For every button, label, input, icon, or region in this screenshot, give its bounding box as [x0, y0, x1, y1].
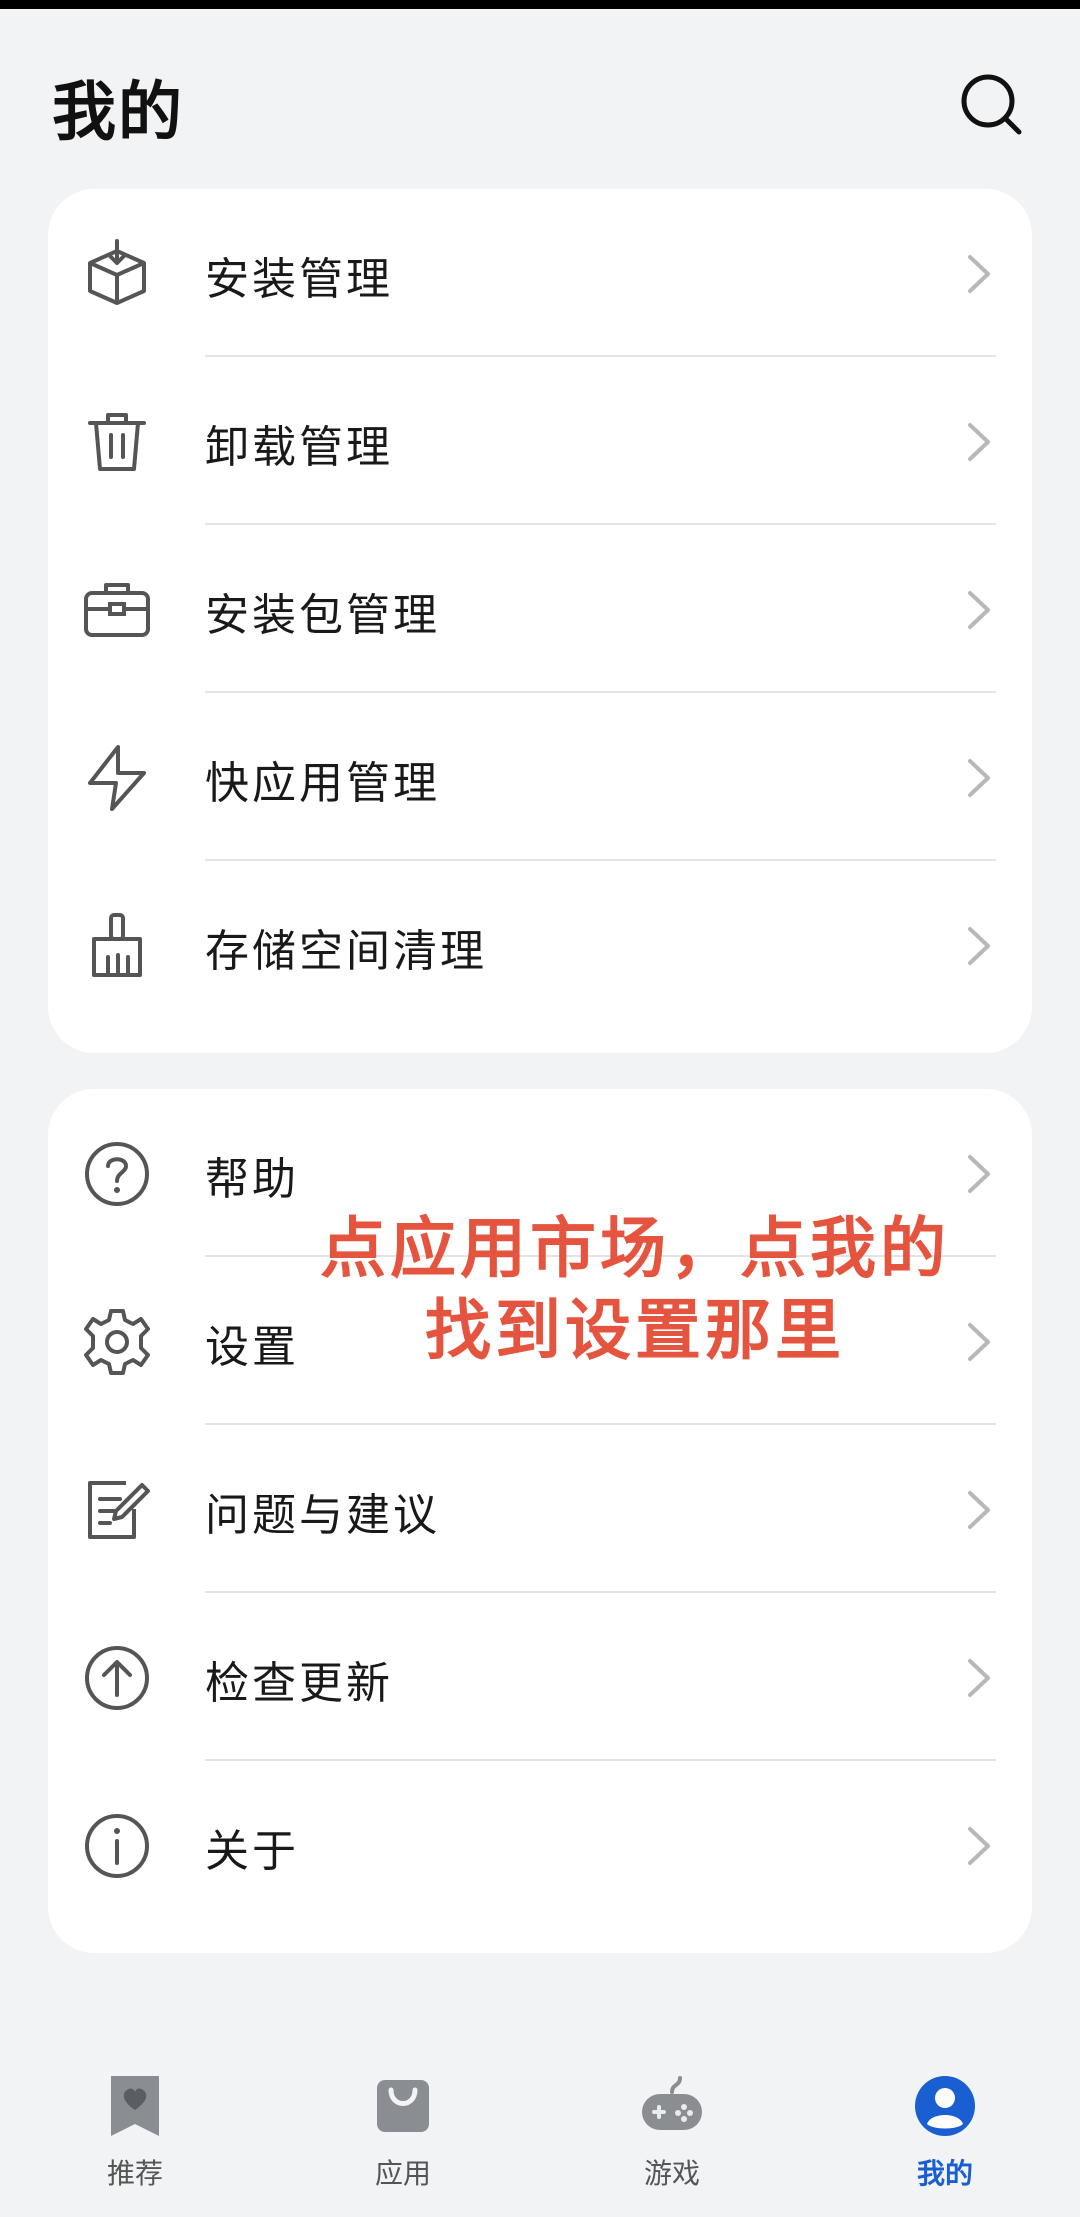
menu-item-label: 设置 [205, 1322, 299, 1373]
tab-label: 我的 [916, 2157, 973, 2190]
gamepad-icon [642, 2076, 702, 2130]
chevron-right-icon [968, 1659, 990, 1697]
bottom-tab-bar: 推荐 应用 游戏 我的 [0, 2050, 1080, 2217]
menu-item-storage-cleanup[interactable]: 存储空间清理 [48, 861, 1032, 1029]
chevron-right-icon [968, 1827, 990, 1865]
tab-apps[interactable]: 应用 [303, 2074, 503, 2204]
tab-label: 游戏 [643, 2157, 700, 2190]
search-button[interactable] [958, 71, 1028, 141]
lightning-icon [88, 745, 146, 811]
chevron-right-icon [968, 591, 990, 629]
chevron-right-icon [968, 927, 990, 965]
tab-recommend[interactable]: 推荐 [35, 2074, 235, 2204]
menu-item-help[interactable]: 帮助 [48, 1089, 1032, 1257]
feedback-icon [88, 1481, 150, 1539]
menu-item-settings[interactable]: 设置 [48, 1257, 1032, 1425]
chevron-right-icon [968, 1491, 990, 1529]
briefcase-icon [84, 583, 150, 637]
menu-item-label: 卸载管理 [205, 422, 393, 473]
menu-item-label: 帮助 [205, 1154, 299, 1205]
chevron-right-icon [968, 759, 990, 797]
chevron-right-icon [968, 423, 990, 461]
menu-item-label: 安装管理 [205, 254, 393, 305]
menu-item-label: 快应用管理 [205, 758, 440, 809]
menu-item-feedback[interactable]: 问题与建议 [48, 1425, 1032, 1593]
menu-item-label: 问题与建议 [205, 1490, 440, 1541]
menu-item-install-management[interactable]: 安装管理 [48, 189, 1032, 357]
shopping-bag-icon [377, 2080, 429, 2132]
search-icon [961, 74, 1022, 135]
install-box-icon [88, 239, 146, 305]
broom-icon [92, 913, 142, 977]
menu-item-label: 检查更新 [205, 1658, 393, 1709]
page-header: 我的 [0, 9, 1080, 181]
chevron-right-icon [968, 1323, 990, 1361]
menu-item-label: 安装包管理 [205, 590, 440, 641]
menu-item-quick-app-management[interactable]: 快应用管理 [48, 693, 1032, 861]
status-bar [0, 0, 1080, 9]
tab-label: 应用 [374, 2157, 431, 2190]
menu-item-uninstall-management[interactable]: 卸载管理 [48, 357, 1032, 525]
chevron-right-icon [968, 1155, 990, 1193]
tab-games[interactable]: 游戏 [572, 2074, 772, 2204]
page-title: 我的 [52, 76, 184, 150]
menu-item-label: 关于 [205, 1826, 299, 1877]
tab-me[interactable]: 我的 [845, 2074, 1045, 2204]
support-card: 帮助 设置 问题与建议 检查更新 关于 [48, 1089, 1032, 1953]
trash-icon [88, 413, 146, 471]
chevron-right-icon [968, 255, 990, 293]
management-card: 安装管理 卸载管理 安装包管理 快应用管理 存储空间清理 [48, 189, 1032, 1053]
heart-bookmark-icon [111, 2076, 159, 2136]
menu-item-label: 存储空间清理 [205, 926, 487, 977]
help-icon [85, 1142, 149, 1206]
menu-item-about[interactable]: 关于 [48, 1761, 1032, 1929]
profile-icon [915, 2076, 975, 2136]
tab-label: 推荐 [106, 2157, 163, 2190]
gear-icon [84, 1309, 150, 1375]
info-icon [85, 1814, 149, 1878]
menu-item-check-update[interactable]: 检查更新 [48, 1593, 1032, 1761]
update-arrow-icon [85, 1646, 149, 1710]
menu-item-package-management[interactable]: 安装包管理 [48, 525, 1032, 693]
